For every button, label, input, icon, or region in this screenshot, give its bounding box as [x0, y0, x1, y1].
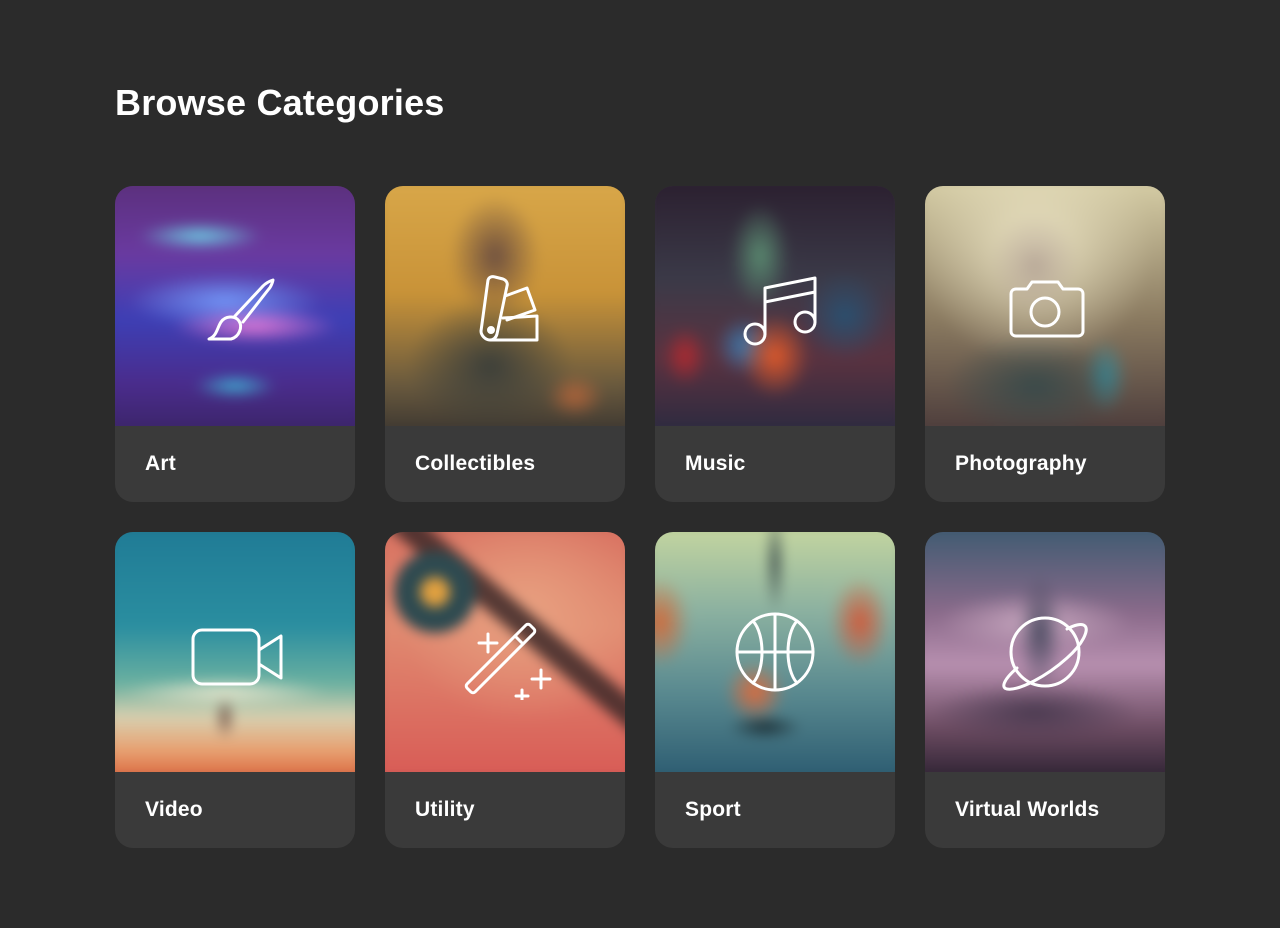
page-title: Browse Categories [115, 82, 445, 123]
category-thumbnail [385, 532, 625, 772]
category-card-virtual-worlds[interactable]: Virtual Worlds [925, 532, 1165, 848]
color-swatch-icon [457, 258, 553, 354]
category-card-video[interactable]: Video [115, 532, 355, 848]
category-thumbnail [925, 186, 1165, 426]
browse-categories-page: Browse Categories Art Collectibles Music… [0, 0, 1280, 928]
category-thumbnail [925, 532, 1165, 772]
video-camera-icon [187, 604, 283, 700]
category-card-utility[interactable]: Utility [385, 532, 625, 848]
category-thumbnail [655, 186, 895, 426]
planet-icon [997, 604, 1093, 700]
category-card-sport[interactable]: Sport [655, 532, 895, 848]
category-thumbnail [655, 532, 895, 772]
category-label: Music [685, 452, 746, 475]
category-card-art[interactable]: Art [115, 186, 355, 502]
category-thumbnail [115, 532, 355, 772]
category-label: Art [145, 452, 176, 475]
magic-wand-icon [457, 604, 553, 700]
category-label: Photography [955, 452, 1087, 475]
category-card-photography[interactable]: Photography [925, 186, 1165, 502]
category-label: Sport [685, 798, 741, 821]
category-card-collectibles[interactable]: Collectibles [385, 186, 625, 502]
category-thumbnail [115, 186, 355, 426]
category-label: Utility [415, 798, 475, 821]
category-label: Video [145, 798, 203, 821]
basketball-icon [727, 604, 823, 700]
category-label: Collectibles [415, 452, 536, 475]
paintbrush-icon [187, 258, 283, 354]
category-label: Virtual Worlds [955, 798, 1100, 821]
music-note-icon [727, 258, 823, 354]
category-card-music[interactable]: Music [655, 186, 895, 502]
category-grid: Art Collectibles Music Photography Video… [115, 186, 1165, 848]
camera-icon [997, 258, 1093, 354]
category-thumbnail [385, 186, 625, 426]
